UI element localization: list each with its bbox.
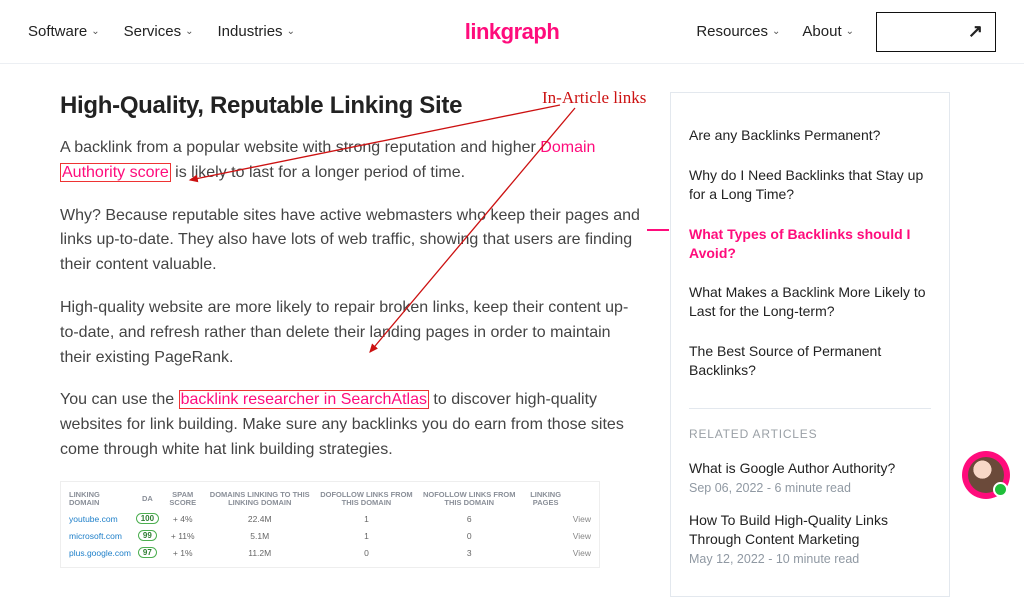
article-paragraph-3: High-quality website are more likely to …	[60, 296, 640, 370]
main-navbar: Software⌄ Services⌄ Industries⌄ linkgrap…	[0, 0, 1024, 64]
active-indicator	[647, 229, 669, 231]
cta-button[interactable]: ↗	[876, 12, 996, 52]
table-row: plus.google.com97+ 1%11.2M03View	[67, 544, 593, 561]
article-content: High-Quality, Reputable Linking Site A b…	[60, 92, 640, 597]
related-article-item[interactable]: What is Google Author Authority?Sep 06, …	[689, 451, 931, 503]
toc-item[interactable]: What Makes a Backlink More Likely to Las…	[689, 272, 931, 331]
chevron-down-icon: ⌄	[287, 26, 295, 37]
related-article-item[interactable]: How To Build High-Quality Links Through …	[689, 503, 931, 574]
toc-sidebar: Are any Backlinks Permanent?Why do I Nee…	[670, 92, 950, 597]
toc-item[interactable]: The Best Source of Permanent Backlinks?	[689, 331, 931, 390]
backlink-researcher-link[interactable]: backlink researcher in SearchAtlas	[179, 390, 429, 409]
toc-item[interactable]: Why do I Need Backlinks that Stay up for…	[689, 155, 931, 214]
nav-left-group: Software⌄ Services⌄ Industries⌄	[28, 23, 295, 40]
chevron-down-icon: ⌄	[772, 26, 780, 37]
article-paragraph-1: A backlink from a popular website with s…	[60, 136, 640, 186]
support-avatar-icon	[968, 457, 1004, 493]
chat-widget-button[interactable]	[962, 451, 1010, 499]
chevron-down-icon: ⌄	[846, 26, 854, 37]
table-row: microsoft.com99+ 11%5.1M10View	[67, 527, 593, 544]
nav-about[interactable]: About⌄	[802, 23, 854, 40]
toc-item[interactable]: What Types of Backlinks should I Avoid?	[689, 214, 931, 273]
related-articles-header: RELATED ARTICLES	[689, 408, 931, 441]
nav-services[interactable]: Services⌄	[124, 23, 194, 40]
chevron-down-icon: ⌄	[91, 26, 99, 37]
article-paragraph-4: You can use the backlink researcher in S…	[60, 388, 640, 462]
article-heading: High-Quality, Reputable Linking Site	[60, 92, 640, 120]
nav-industries[interactable]: Industries⌄	[218, 23, 295, 40]
arrow-up-right-icon: ↗	[968, 21, 983, 42]
nav-right-group: Resources⌄ About⌄ ↗	[696, 12, 996, 52]
toc-item[interactable]: Are any Backlinks Permanent?	[689, 115, 931, 155]
nav-resources[interactable]: Resources⌄	[696, 23, 780, 40]
chevron-down-icon: ⌄	[185, 26, 193, 37]
brand-logo[interactable]: linkgraph	[465, 19, 560, 45]
page-body: High-Quality, Reputable Linking Site A b…	[0, 64, 1024, 597]
article-paragraph-2: Why? Because reputable sites have active…	[60, 204, 640, 278]
nav-software[interactable]: Software⌄	[28, 23, 100, 40]
backlink-table-preview: LINKING DOMAINDASPAM SCOREDOMAINS LINKIN…	[60, 481, 600, 569]
